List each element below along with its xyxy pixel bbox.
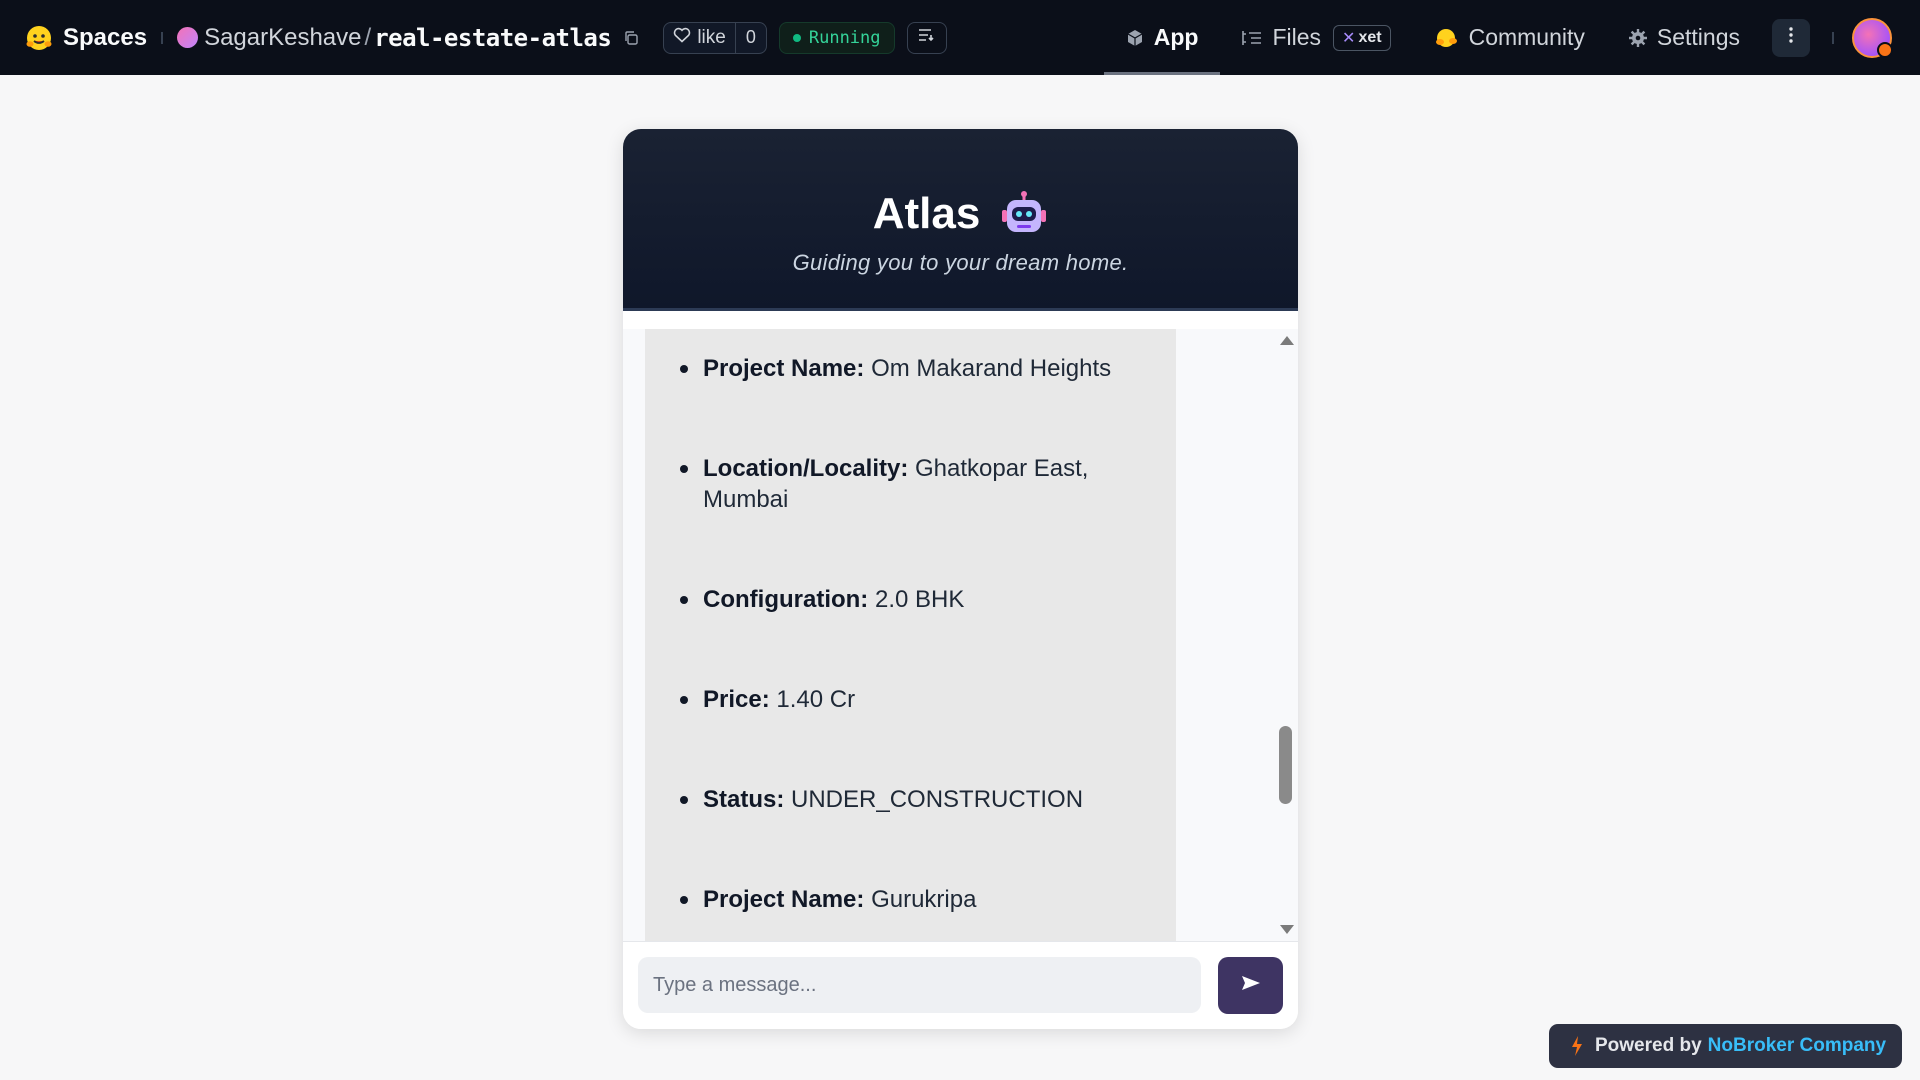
more-options-button[interactable] — [1772, 18, 1810, 57]
chat-subtitle: Guiding you to your dream home. — [792, 250, 1129, 275]
owner-avatar — [177, 27, 199, 48]
item-value: Gurukripa — [871, 886, 977, 913]
top-navigation-bar: Spaces SagarKeshave / real-estate-atlas … — [0, 0, 1920, 75]
space-tabs: App Files ✕ xet Community Settings — [1103, 0, 1920, 75]
status-badge[interactable]: Running — [778, 21, 895, 54]
item-label: Configuration: — [703, 586, 875, 613]
tab-files[interactable]: Files ✕ xet — [1220, 0, 1412, 75]
tab-app-label: App — [1153, 24, 1199, 50]
list-item: Project Name: Gurukripa — [680, 884, 1143, 915]
logs-icon — [918, 28, 936, 47]
cube-icon — [1126, 29, 1144, 47]
item-label: Project Name: — [703, 886, 872, 913]
like-count[interactable]: 0 — [734, 22, 766, 53]
list-item: Status: UNDER_CONSTRUCTION — [680, 784, 1143, 815]
message-input[interactable] — [638, 957, 1201, 1013]
item-label: Location/Locality: — [703, 455, 916, 482]
tab-community[interactable]: Community — [1413, 0, 1607, 75]
community-icon — [1435, 27, 1459, 49]
heart-icon — [673, 27, 691, 48]
item-value: UNDER_CONSTRUCTION — [791, 786, 1084, 813]
scroll-up-icon[interactable] — [1280, 336, 1294, 345]
breadcrumb-separator: / — [364, 23, 372, 51]
list-item: Project Name: Om Makarand Heights — [680, 353, 1143, 384]
send-button[interactable] — [1218, 957, 1283, 1014]
tab-community-label: Community — [1468, 24, 1585, 50]
xet-badge: ✕ xet — [1333, 24, 1391, 51]
tab-files-label: Files — [1272, 24, 1322, 50]
chat-title-text: Atlas — [872, 189, 981, 238]
user-avatar[interactable] — [1852, 17, 1893, 58]
copy-icon[interactable] — [621, 28, 641, 48]
owner-link[interactable]: SagarKeshave — [204, 24, 361, 52]
tab-settings[interactable]: Settings — [1607, 0, 1762, 75]
tab-app[interactable]: App — [1103, 0, 1221, 75]
item-label: Project Name: — [703, 355, 872, 382]
list-item: Configuration: 2.0 BHK — [680, 584, 1143, 615]
item-value: 1.40 Cr — [776, 686, 856, 713]
scroll-down-icon[interactable] — [1280, 925, 1294, 934]
xet-label: xet — [1358, 28, 1382, 46]
bot-message-bubble: Project Name: Om Makarand Heights Locati… — [645, 329, 1176, 941]
chat-header: Atlas Guiding you to your dream home. — [623, 129, 1298, 311]
files-icon — [1242, 30, 1262, 46]
powered-by-prefix: Powered by — [1595, 1035, 1702, 1056]
send-arrow-icon — [1241, 975, 1261, 996]
chat-scrollbar[interactable] — [1274, 329, 1298, 941]
chat-messages-area[interactable]: Project Name: Om Makarand Heights Locati… — [623, 329, 1298, 941]
powered-by-brand[interactable]: NoBroker Company — [1708, 1035, 1886, 1057]
item-value: 2.0 BHK — [874, 586, 965, 613]
item-label: Status: — [703, 786, 792, 813]
vertical-dots-icon — [1788, 27, 1794, 48]
powered-by-badge[interactable]: Powered by NoBroker Company — [1549, 1024, 1902, 1068]
list-item: Price: 1.40 Cr — [680, 684, 1143, 715]
chat-title: Atlas — [623, 189, 1298, 239]
repo-name-link[interactable]: real-estate-atlas — [374, 24, 612, 52]
status-label: Running — [808, 27, 881, 48]
like-button[interactable]: like — [664, 23, 735, 53]
chat-card: Atlas Guiding you to your dream home. Pr… — [623, 129, 1298, 1029]
status-dot-icon — [792, 33, 801, 42]
space-breadcrumb: Spaces SagarKeshave / real-estate-atlas … — [24, 0, 947, 75]
gear-icon — [1628, 28, 1647, 47]
scrollbar-thumb[interactable] — [1279, 726, 1292, 804]
item-label: Price: — [703, 686, 777, 713]
xet-icon: ✕ — [1342, 29, 1356, 47]
list-item: Location/Locality: Ghatkopar East, Mumba… — [680, 453, 1143, 515]
spaces-link[interactable]: Spaces — [63, 24, 147, 52]
tab-settings-label: Settings — [1656, 24, 1740, 50]
divider — [161, 31, 164, 44]
hugging-face-icon[interactable] — [24, 23, 54, 53]
logs-button[interactable] — [906, 21, 947, 54]
item-value: Om Makarand Heights — [871, 355, 1112, 382]
like-label: like — [697, 26, 726, 48]
like-widget: like 0 — [663, 21, 767, 54]
message-composer — [623, 941, 1298, 1029]
lightning-icon — [1571, 1036, 1583, 1056]
robot-icon — [1000, 190, 1048, 238]
divider — [1832, 31, 1834, 44]
project-list: Project Name: Om Makarand Heights Locati… — [680, 353, 1143, 941]
